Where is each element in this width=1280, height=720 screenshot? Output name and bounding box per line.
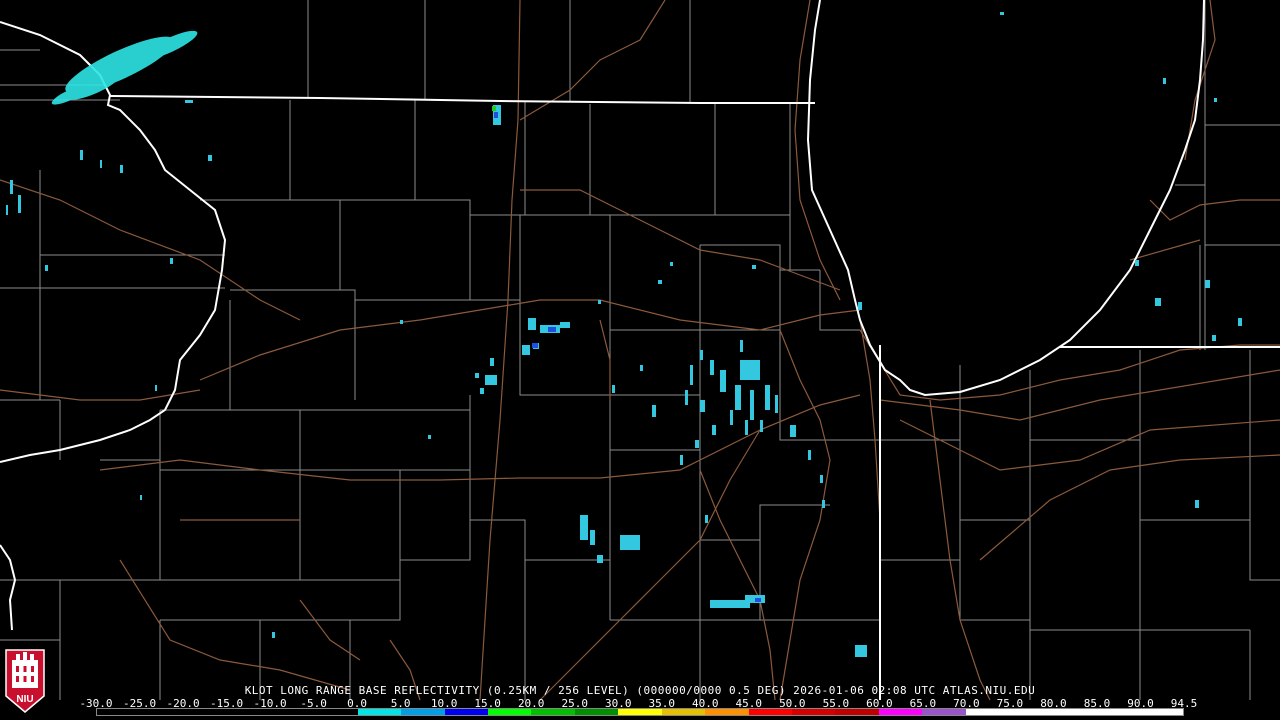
colorscale-segment (444, 709, 488, 715)
colorscale-segment (140, 709, 184, 715)
colorscale-segment (1052, 709, 1097, 715)
colorscale-segment (1096, 709, 1140, 715)
colorscale-segment (705, 709, 749, 715)
colorscale-segment (792, 709, 836, 715)
colorscale-segment (835, 709, 879, 715)
colorscale-segment (227, 709, 271, 715)
colorscale-segment (97, 709, 141, 715)
colorscale-segment (1139, 709, 1183, 715)
colorscale-segment (574, 709, 619, 715)
colorscale-segment (270, 709, 315, 715)
map-background (0, 0, 1280, 720)
colorscale-segment (661, 709, 706, 715)
echo-green-cores (492, 106, 496, 111)
product-caption: KLOT LONG RANGE BASE REFLECTIVITY (0.25K… (244, 684, 1036, 697)
colorscale-segment (618, 709, 662, 715)
colorscale-segment (748, 709, 792, 715)
colorscale-segment (401, 709, 445, 715)
colorscale-segment (357, 709, 402, 715)
colorscale-segment (487, 709, 532, 715)
niu-logo: NIU (5, 649, 45, 713)
colorscale-segment (922, 709, 966, 715)
colorscale-segment (531, 709, 575, 715)
colorscale-segment (1009, 709, 1053, 715)
colorscale-segment (314, 709, 358, 715)
colorscale-segment (965, 709, 1010, 715)
radar-map (0, 0, 1280, 720)
colorscale-segment (183, 709, 228, 715)
colorscale-bar (96, 708, 1184, 716)
colorscale-segment (878, 709, 923, 715)
